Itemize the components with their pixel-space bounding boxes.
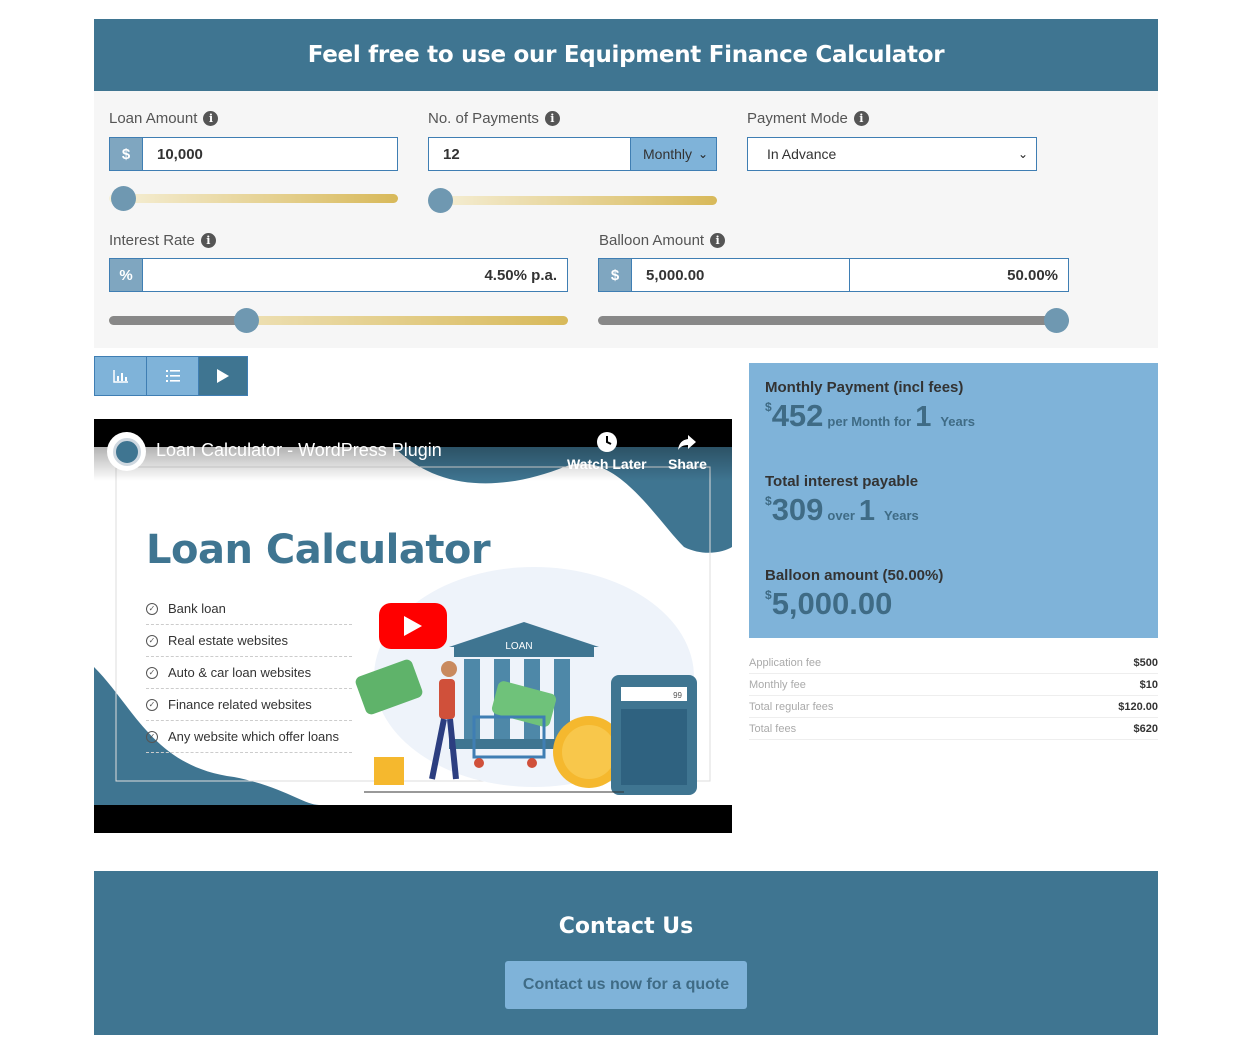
- balloon-slider[interactable]: [598, 308, 1069, 333]
- payment-mode-select[interactable]: In Advance ⌄: [747, 137, 1037, 171]
- list-item: ✓ Finance related websites: [146, 689, 352, 721]
- fees-table: Application fee $500 Monthly fee $10 Total…: [749, 652, 1158, 740]
- interest-rate-label: Interest Rate i: [109, 232, 216, 249]
- play-icon: [217, 369, 229, 383]
- currency-addon: $: [110, 138, 143, 170]
- payment-frequency-select[interactable]: Monthly ⌄: [630, 138, 716, 170]
- balloon-input-group: $ 5,000.00 50.00%: [598, 258, 1069, 292]
- share-button[interactable]: Share: [668, 431, 707, 472]
- loan-amount-slider[interactable]: [109, 186, 398, 211]
- view-tabs: [94, 356, 248, 396]
- results-panel: Monthly Payment (incl fees) $ 452 per Mo…: [749, 363, 1158, 638]
- globe-icon: [112, 437, 141, 466]
- calculator-header: Feel free to use our Equipment Finance C…: [94, 19, 1158, 91]
- percent-addon: %: [110, 259, 143, 291]
- balloon-percent-input[interactable]: 50.00%: [850, 259, 1068, 291]
- contact-quote-button[interactable]: Contact us now for a quote: [505, 961, 747, 1009]
- check-icon: ✓: [146, 634, 158, 647]
- loan-amount-input-group: $ 10,000: [109, 137, 398, 171]
- table-row: Total fees $620: [749, 718, 1158, 740]
- info-icon[interactable]: i: [203, 111, 219, 126]
- payments-label: No. of Payments i: [428, 110, 560, 127]
- chevron-down-icon: ⌄: [697, 147, 708, 161]
- payments-input[interactable]: 12: [429, 138, 630, 170]
- interest-rate-input-group: % 4.50% p.a.: [109, 258, 568, 292]
- slider-fill: [109, 316, 247, 325]
- contact-section: Contact Us Contact us now for a quote: [94, 871, 1158, 1035]
- info-icon[interactable]: i: [853, 111, 869, 126]
- info-icon[interactable]: i: [200, 233, 216, 248]
- slider-thumb[interactable]: [428, 188, 453, 213]
- chevron-down-icon: ⌄: [1017, 147, 1028, 161]
- info-icon[interactable]: i: [710, 233, 726, 248]
- check-icon: ✓: [146, 698, 158, 711]
- monthly-payment-label: Monthly Payment (incl fees): [765, 379, 964, 396]
- payments-slider[interactable]: [428, 188, 717, 213]
- video-player[interactable]: LOAN 99 Loan Calculator ✓ Bank loan ✓ Real…: [94, 419, 732, 833]
- chart-icon: [112, 370, 128, 383]
- page-title: Feel free to use our Equipment Finance C…: [307, 42, 945, 68]
- table-row: Application fee $500: [749, 652, 1158, 674]
- currency-addon: $: [599, 259, 632, 291]
- list-item: ✓ Real estate websites: [146, 625, 352, 657]
- list-item: ✓ Any website which offer loans: [146, 721, 352, 753]
- calculator-display: 99: [673, 691, 682, 700]
- interest-rate-input[interactable]: 4.50% p.a.: [143, 259, 567, 291]
- table-row: Total regular fees $120.00: [749, 696, 1158, 718]
- list-icon: [165, 370, 180, 382]
- channel-avatar[interactable]: [107, 432, 146, 471]
- thumbnail-title: Loan Calculator: [146, 527, 491, 573]
- slider-thumb[interactable]: [111, 186, 136, 211]
- table-row: Monthly fee $10: [749, 674, 1158, 696]
- list-item: ✓ Bank loan: [146, 593, 352, 625]
- check-icon: ✓: [146, 602, 158, 615]
- monthly-payment-value: $ 452 per Month for 1 Years: [765, 398, 976, 433]
- slider-thumb[interactable]: [234, 308, 259, 333]
- clock-icon: [596, 432, 617, 452]
- tab-video[interactable]: [199, 357, 247, 395]
- total-interest-value: $ 309 over 1 Years: [765, 492, 919, 527]
- interest-rate-slider[interactable]: [109, 308, 568, 333]
- info-icon[interactable]: i: [544, 111, 560, 126]
- share-icon: [678, 435, 697, 450]
- check-icon: ✓: [146, 730, 158, 743]
- play-icon: [404, 616, 422, 636]
- slider-track: [109, 194, 398, 203]
- watch-later-button[interactable]: Watch Later: [567, 431, 647, 472]
- payment-mode-label: Payment Mode i: [747, 110, 869, 127]
- slider-track: [428, 196, 717, 205]
- feature-list: ✓ Bank loan ✓ Real estate websites ✓ Auto &…: [146, 593, 352, 753]
- loan-amount-input[interactable]: 10,000: [143, 138, 397, 170]
- loan-amount-label: Loan Amount i: [109, 110, 219, 127]
- list-item: ✓ Auto & car loan websites: [146, 657, 352, 689]
- check-icon: ✓: [146, 666, 158, 679]
- balloon-result-value: $ 5,000.00: [765, 586, 893, 621]
- payment-mode-value: In Advance ⌄: [748, 138, 1036, 170]
- calculator-form: Loan Amount i $ 10,000 No. of Payments i…: [94, 91, 1158, 348]
- balloon-amount-input[interactable]: 5,000.00: [632, 259, 850, 291]
- balloon-result-label: Balloon amount (50.00%): [765, 567, 944, 584]
- balloon-amount-label: Balloon Amount i: [599, 232, 726, 249]
- youtube-play-button[interactable]: [379, 603, 447, 649]
- slider-thumb[interactable]: [1044, 308, 1069, 333]
- video-title[interactable]: Loan Calculator - WordPress Plugin: [156, 440, 442, 461]
- tab-chart[interactable]: [95, 357, 147, 395]
- bank-sign: LOAN: [505, 641, 532, 652]
- contact-title: Contact Us: [558, 914, 694, 939]
- tab-list[interactable]: [147, 357, 199, 395]
- payments-input-group: 12 Monthly ⌄: [428, 137, 717, 171]
- total-interest-label: Total interest payable: [765, 473, 919, 490]
- slider-track: [598, 316, 1069, 325]
